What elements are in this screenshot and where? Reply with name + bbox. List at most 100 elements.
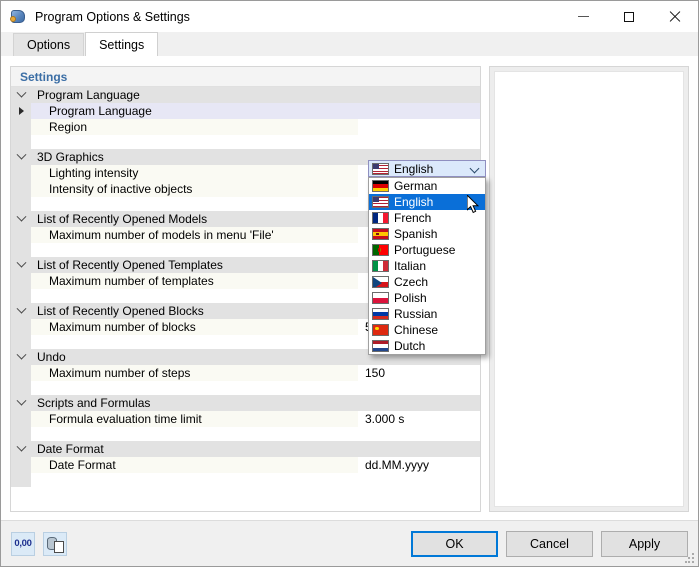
- title-bar: Program Options & Settings: [1, 1, 698, 32]
- language-option-label: Spanish: [394, 227, 437, 241]
- chevron-down-icon[interactable]: [16, 441, 26, 451]
- description-pane: [489, 66, 689, 512]
- tree-item-row[interactable]: Region: [11, 119, 480, 135]
- maximize-button[interactable]: [606, 1, 652, 32]
- cancel-button[interactable]: Cancel: [506, 531, 593, 557]
- chevron-down-icon[interactable]: [16, 211, 26, 221]
- language-dropdown-list[interactable]: GermanEnglishFrenchSpanishPortugueseItal…: [368, 177, 486, 355]
- tree-row-value: [358, 87, 480, 103]
- language-option-label: German: [394, 179, 437, 193]
- language-combobox-value: English: [394, 162, 433, 176]
- language-option-polish[interactable]: Polish: [369, 290, 485, 306]
- close-button[interactable]: [652, 1, 698, 32]
- tree-row-label: [31, 135, 358, 149]
- tree-group-row[interactable]: Scripts and Formulas: [11, 395, 480, 411]
- tree-row-gutter: [11, 411, 31, 427]
- tree-row-gutter: [11, 335, 31, 349]
- language-option-dutch[interactable]: Dutch: [369, 338, 485, 354]
- tree-row-label: Date Format: [31, 457, 358, 473]
- tree-row-label: Scripts and Formulas: [31, 395, 358, 411]
- tree-row-gutter[interactable]: [11, 87, 31, 103]
- tree-spacer-row: [11, 381, 480, 395]
- tree-row-value[interactable]: dd.MM.yyyy: [358, 457, 480, 473]
- dialog-footer: 0,00 OK Cancel Apply: [1, 520, 698, 566]
- footer-buttons: OK Cancel Apply: [411, 531, 688, 557]
- pane-header-title: Settings: [11, 67, 480, 87]
- minimize-icon: [578, 16, 589, 17]
- chevron-down-icon[interactable]: [16, 87, 26, 97]
- tree-row-gutter: [11, 381, 31, 395]
- tree-item-row[interactable]: Date Formatdd.MM.yyyy: [11, 457, 480, 473]
- flag-ru-icon: [372, 308, 389, 320]
- flag-us-icon: [372, 163, 389, 175]
- tree-row-gutter[interactable]: [11, 441, 31, 457]
- tab-strip: Options Settings: [1, 32, 698, 56]
- tree-row-gutter: [11, 473, 31, 487]
- chevron-down-icon[interactable]: [470, 164, 480, 174]
- resize-grip[interactable]: [685, 553, 695, 563]
- tree-row-gutter: [11, 165, 31, 181]
- tree-group-row[interactable]: Program Language: [11, 87, 480, 103]
- tree-row-label: Maximum number of blocks: [31, 319, 358, 335]
- tree-row-value[interactable]: 3.000 s: [358, 411, 480, 427]
- tab-settings[interactable]: Settings: [85, 32, 158, 56]
- chevron-down-icon[interactable]: [16, 349, 26, 359]
- flag-cn-icon: [372, 324, 389, 336]
- ok-button[interactable]: OK: [411, 531, 498, 557]
- language-combobox-field[interactable]: English: [368, 160, 486, 177]
- flag-it-icon: [372, 260, 389, 272]
- tree-row-label: Maximum number of steps: [31, 365, 358, 381]
- tree-row-label: [31, 427, 358, 441]
- chevron-down-icon[interactable]: [16, 149, 26, 159]
- tree-row-label: Formula evaluation time limit: [31, 411, 358, 427]
- tree-row-value[interactable]: [358, 103, 480, 119]
- tree-row-gutter: [11, 243, 31, 257]
- flag-nl-icon: [372, 340, 389, 352]
- tree-row-label: [31, 473, 358, 487]
- close-icon: [669, 11, 681, 23]
- tree-row-value: [358, 135, 480, 149]
- language-option-russian[interactable]: Russian: [369, 306, 485, 322]
- tree-row-gutter: [11, 427, 31, 441]
- flag-us-icon: [372, 196, 389, 208]
- tree-row-value[interactable]: 150: [358, 365, 480, 381]
- language-option-label: Czech: [394, 275, 428, 289]
- minimize-button[interactable]: [560, 1, 606, 32]
- tree-item-row[interactable]: Program Language: [11, 103, 480, 119]
- tree-row-label: Date Format: [31, 441, 358, 457]
- tree-group-row[interactable]: Date Format: [11, 441, 480, 457]
- tree-row-gutter[interactable]: [11, 349, 31, 365]
- tree-spacer-row: [11, 135, 480, 149]
- flag-pl-icon: [372, 292, 389, 304]
- language-option-label: Chinese: [394, 323, 438, 337]
- tree-row-label: [31, 289, 358, 303]
- chevron-down-icon[interactable]: [16, 395, 26, 405]
- tree-item-row[interactable]: Maximum number of steps150: [11, 365, 480, 381]
- tree-row-gutter[interactable]: [11, 395, 31, 411]
- tree-row-gutter[interactable]: [11, 149, 31, 165]
- language-option-german[interactable]: German: [369, 178, 485, 194]
- language-option-portuguese[interactable]: Portuguese: [369, 242, 485, 258]
- language-option-english[interactable]: English: [369, 194, 485, 210]
- chevron-down-icon[interactable]: [16, 257, 26, 267]
- database-document-icon[interactable]: [43, 532, 67, 556]
- apply-button[interactable]: Apply: [601, 531, 688, 557]
- language-option-spanish[interactable]: Spanish: [369, 226, 485, 242]
- tree-row-gutter[interactable]: [11, 211, 31, 227]
- language-option-french[interactable]: French: [369, 210, 485, 226]
- tree-row-gutter[interactable]: [11, 103, 31, 119]
- triangle-right-icon[interactable]: [19, 107, 24, 115]
- tree-row-gutter[interactable]: [11, 257, 31, 273]
- tree-row-gutter: [11, 273, 31, 289]
- language-combobox[interactable]: English GermanEnglishFrenchSpanishPortug…: [368, 160, 486, 355]
- tab-options[interactable]: Options: [13, 33, 84, 56]
- number-format-icon[interactable]: 0,00: [11, 532, 35, 556]
- tree-row-value[interactable]: [358, 119, 480, 135]
- tree-item-row[interactable]: Formula evaluation time limit3.000 s: [11, 411, 480, 427]
- language-option-czech[interactable]: Czech: [369, 274, 485, 290]
- tree-row-gutter[interactable]: [11, 303, 31, 319]
- language-option-italian[interactable]: Italian: [369, 258, 485, 274]
- language-option-chinese[interactable]: Chinese: [369, 322, 485, 338]
- tree-row-gutter: [11, 289, 31, 303]
- chevron-down-icon[interactable]: [16, 303, 26, 313]
